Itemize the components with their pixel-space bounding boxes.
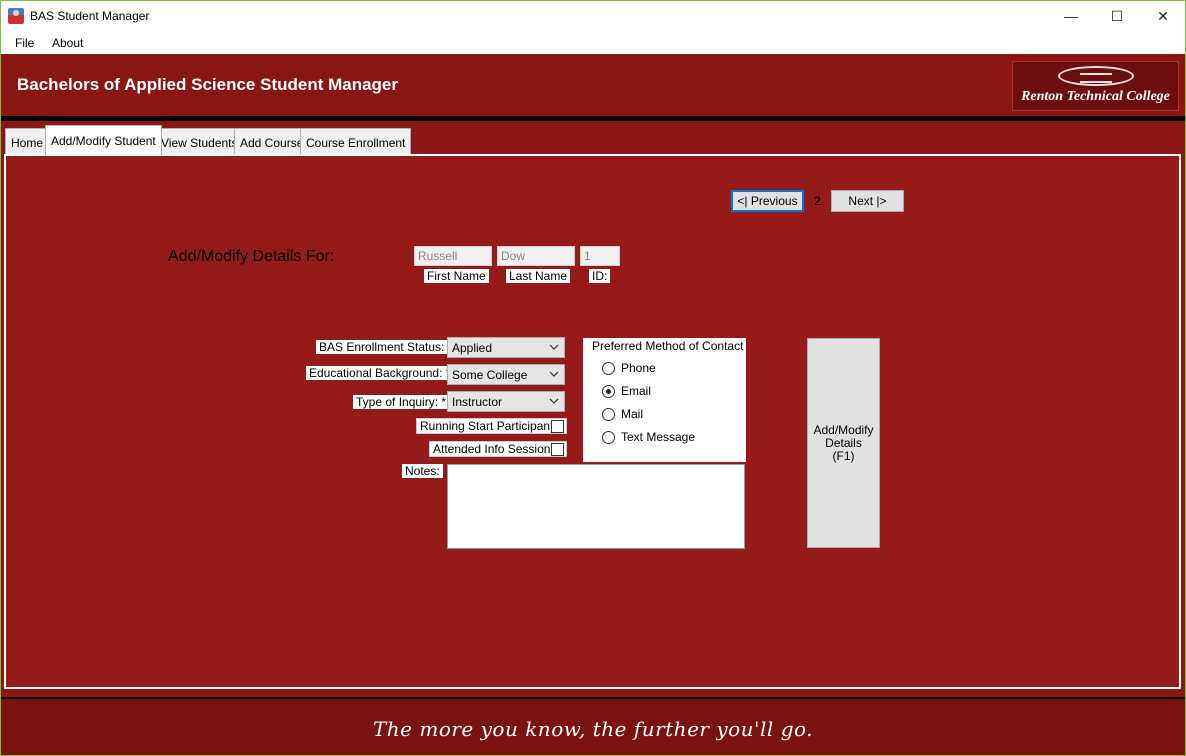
running-start-row[interactable]: Running Start Participant? <box>416 418 567 434</box>
college-logo-text: Renton Technical College <box>1021 89 1170 104</box>
last-name-label: Last Name <box>506 269 571 283</box>
app-header: Bachelors of Applied Science Student Man… <box>1 54 1185 116</box>
chevron-down-icon <box>549 398 559 404</box>
maximize-icon: ☐ <box>1110 7 1124 24</box>
next-button[interactable]: Next |> <box>831 190 904 212</box>
info-session-checkbox[interactable] <box>551 443 564 456</box>
inquiry-type-value: Instructor <box>452 395 503 409</box>
app-icon <box>8 8 24 24</box>
first-name-label: First Name <box>424 269 489 283</box>
phone-label[interactable]: Phone <box>621 361 656 375</box>
details-heading: Add/Modify Details For: <box>168 248 335 265</box>
inquiry-type-select[interactable]: Instructor <box>447 391 565 412</box>
contact-method-group: Preferred Method of Contact Phone Email … <box>583 338 746 462</box>
tab-view-students[interactable]: View Students <box>155 128 244 154</box>
previous-button[interactable]: <| Previous <box>731 190 804 212</box>
first-name-field[interactable]: Russell <box>414 246 492 266</box>
menu-file[interactable]: File <box>15 36 34 50</box>
student-id-field[interactable]: 1 <box>580 246 620 266</box>
phone-radio[interactable] <box>602 362 615 375</box>
info-session-row[interactable]: Attended Info Session? <box>429 441 567 457</box>
notes-textarea[interactable] <box>447 464 745 549</box>
app-footer: The more you know, the further you'll go… <box>1 697 1185 756</box>
tab-add-course[interactable]: Add Course <box>234 128 310 154</box>
tab-add-modify-student[interactable]: Add/Modify Student <box>45 125 162 155</box>
app-header-title: Bachelors of Applied Science Student Man… <box>17 75 399 94</box>
menu-bar: File About <box>1 32 1185 54</box>
id-label: ID: <box>589 269 611 283</box>
add-modify-details-button[interactable]: Add/Modify Details (F1) <box>807 338 880 548</box>
educational-background-value: Some College <box>452 368 528 382</box>
minimize-icon: — <box>1064 8 1078 24</box>
tab-home[interactable]: Home <box>5 128 50 154</box>
email-radio[interactable] <box>602 385 615 398</box>
chevron-down-icon <box>549 344 559 350</box>
submit-line-3: (F1) <box>832 448 855 463</box>
inquiry-type-label: Type of Inquiry: * <box>353 395 450 409</box>
running-start-label: Running Start Participant? <box>420 419 561 433</box>
info-session-label: Attended Info Session? <box>433 442 558 456</box>
enrollment-status-label: BAS Enrollment Status: * <box>316 340 456 354</box>
enrollment-status-select[interactable]: Applied <box>447 337 565 358</box>
notes-label: Notes: <box>402 464 443 478</box>
close-icon: ✕ <box>1157 7 1169 24</box>
text-message-label[interactable]: Text Message <box>621 430 695 444</box>
educational-background-select[interactable]: Some College <box>447 364 565 385</box>
tab-course-enrollment[interactable]: Course Enrollment <box>300 128 412 154</box>
text-message-radio[interactable] <box>602 431 615 444</box>
educational-background-label: Educational Background: * <box>306 366 454 380</box>
college-logo: Renton Technical College <box>1012 61 1179 111</box>
footer-tagline: The more you know, the further you'll go… <box>372 717 814 741</box>
chevron-down-icon <box>549 371 559 377</box>
menu-about[interactable]: About <box>52 36 83 50</box>
contact-group-label: Preferred Method of Contact <box>592 339 744 353</box>
window-title: BAS Student Manager <box>30 9 150 23</box>
page-number: 2 <box>814 194 821 208</box>
college-emblem-icon <box>1058 66 1134 86</box>
submit-line-2: Details <box>825 435 862 450</box>
minimize-button[interactable]: — <box>1048 0 1094 32</box>
email-label[interactable]: Email <box>621 384 651 398</box>
last-name-field[interactable]: Dow <box>497 246 575 266</box>
maximize-button[interactable]: ☐ <box>1094 0 1140 32</box>
enrollment-status-value: Applied <box>452 341 493 355</box>
running-start-checkbox[interactable] <box>551 420 564 433</box>
mail-label[interactable]: Mail <box>621 407 643 421</box>
title-bar: BAS Student Manager — ☐ ✕ <box>0 0 1186 32</box>
mail-radio[interactable] <box>602 408 615 421</box>
close-button[interactable]: ✕ <box>1140 0 1186 32</box>
submit-line-1: Add/Modify <box>813 422 874 437</box>
